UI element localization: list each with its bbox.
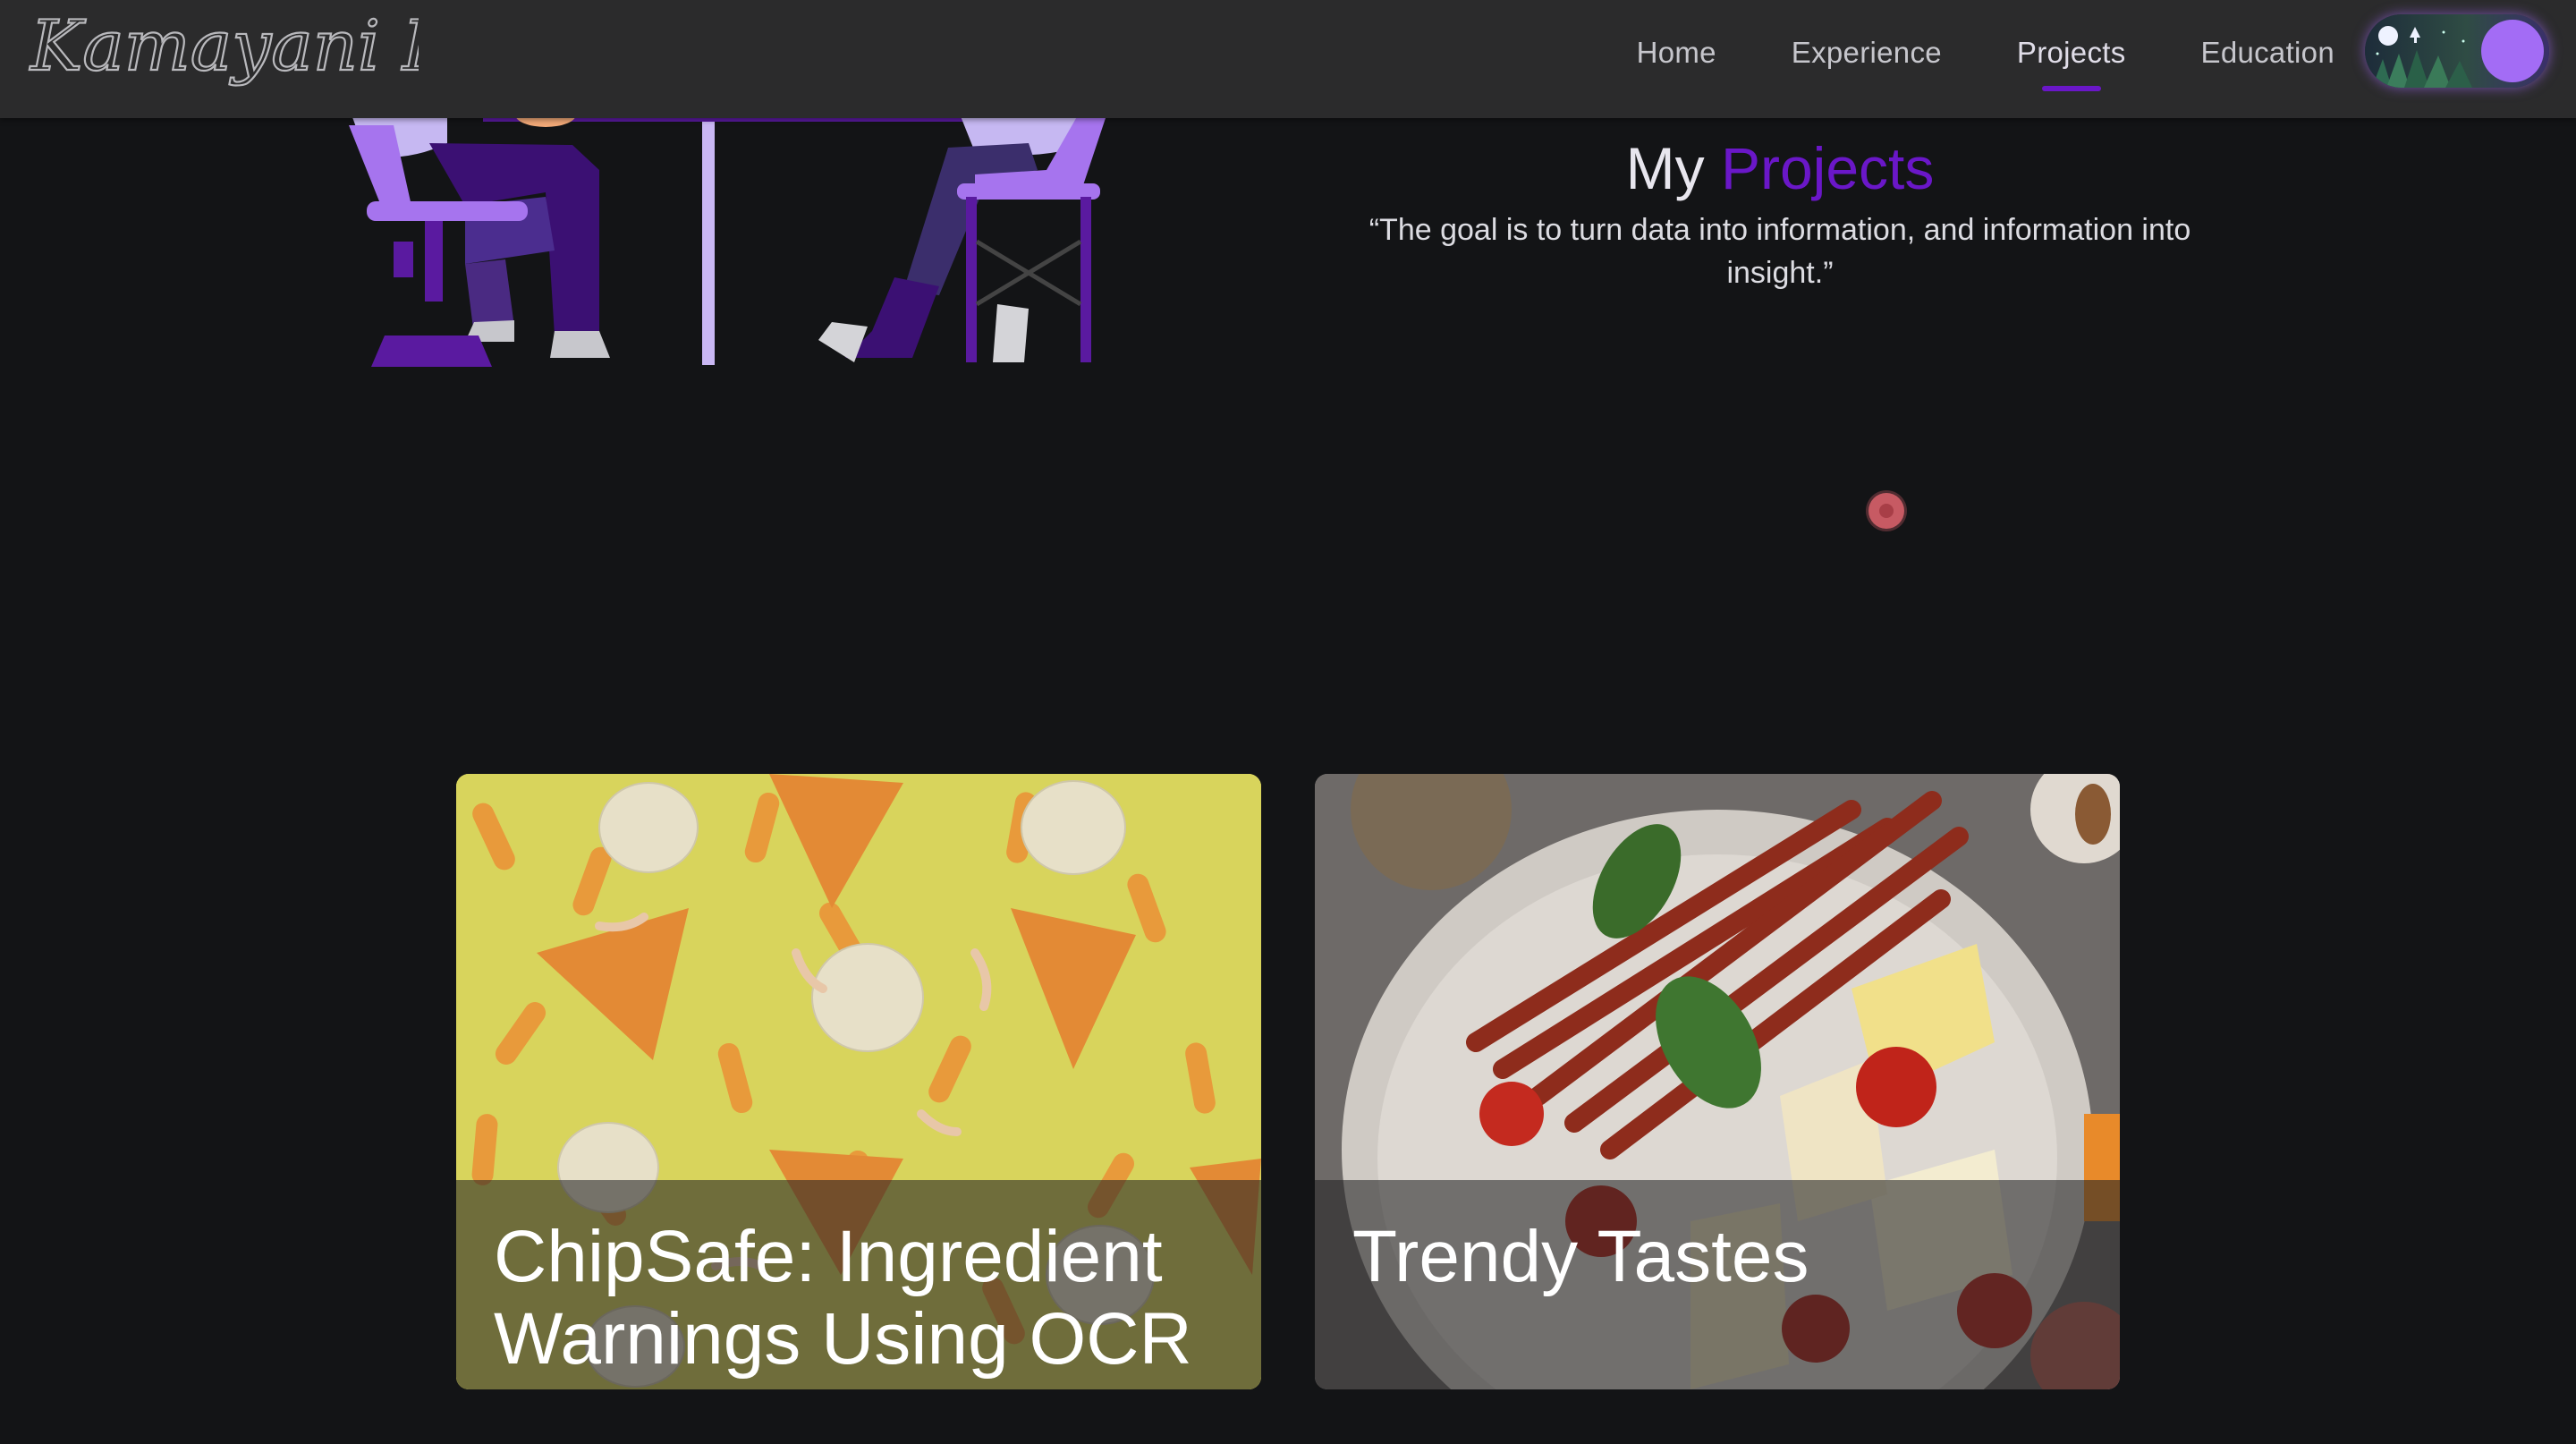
project-title: Trendy Tastes xyxy=(1352,1216,1809,1297)
cursor-indicator xyxy=(1868,493,1904,529)
theme-toggle[interactable] xyxy=(2365,14,2549,88)
section-quote: “The goal is to turn data into informati… xyxy=(1368,213,2191,290)
project-title: ChipSafe: Ingredient Warnings Using OCR xyxy=(494,1216,1192,1380)
project-card-trendy-tastes[interactable]: Trendy Tastes xyxy=(1315,774,2120,1389)
title-prefix: My xyxy=(1625,135,1705,201)
hero-illustration xyxy=(349,107,1109,367)
toggle-knob[interactable] xyxy=(2481,20,2544,82)
logo-text: Kamayani Rai xyxy=(29,7,419,87)
logo[interactable]: Kamayani Rai xyxy=(25,7,419,106)
nav-projects[interactable]: Projects xyxy=(2017,36,2126,91)
nav-experience[interactable]: Experience xyxy=(1792,36,1942,70)
card-caption: ChipSafe: Ingredient Warnings Using OCR xyxy=(456,1180,1261,1389)
nav-education[interactable]: Education xyxy=(2201,36,2334,70)
nav-links: Home Experience Projects Education xyxy=(1637,0,2334,106)
section-title: My Projects xyxy=(1342,134,2218,202)
card-caption: Trendy Tastes xyxy=(1315,1180,2120,1389)
project-card-chipsafe[interactable]: ChipSafe: Ingredient Warnings Using OCR xyxy=(456,774,1261,1389)
nav-home[interactable]: Home xyxy=(1637,36,1716,70)
title-accent: Projects xyxy=(1720,135,1935,201)
navbar: Kamayani Rai Home Experience Projects Ed… xyxy=(0,0,2576,118)
